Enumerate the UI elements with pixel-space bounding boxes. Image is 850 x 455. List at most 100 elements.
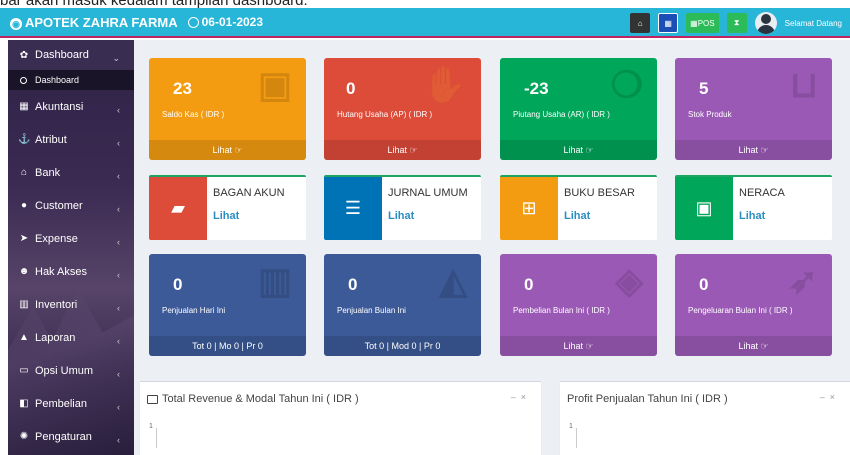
avatar[interactable] [754, 12, 777, 34]
sidebar-item-pengaturan[interactable]: ✺ Pengaturan ‹ [8, 420, 134, 453]
location-icon: ◉ [10, 17, 22, 30]
calculator-icon: ▦ [664, 18, 672, 28]
stat-value: 23 [173, 79, 192, 98]
send-icon: ➤ [19, 233, 29, 244]
sidebar-subitem-dashboard[interactable]: Dashboard [8, 70, 134, 90]
hand-pointer-icon: ☞ [760, 145, 769, 155]
pos-button[interactable]: ▦ POS [686, 13, 719, 33]
gear-icon: ✺ [19, 431, 29, 442]
info-box-link[interactable]: Lihat [564, 210, 590, 222]
hand-pointer-icon: ☞ [585, 145, 594, 155]
sidebar-item-atribut[interactable]: ⚓ Atribut ‹ [8, 123, 134, 156]
panel-title: Total Revenue & Modal Tahun Ini ( IDR ) [162, 393, 359, 405]
minimize-icon[interactable]: – [511, 392, 521, 402]
stat-value: -23 [524, 79, 549, 98]
panel-tools[interactable]: –× [511, 392, 531, 402]
panel-total-revenue: Total Revenue & Modal Tahun Ini ( IDR ) … [140, 381, 541, 455]
sidebar-item-expense[interactable]: ➤ Expense ‹ [8, 222, 134, 255]
info-box-title: BUKU BESAR [564, 187, 635, 199]
sidebar-item-akuntansi[interactable]: ▦ Akuntansi ‹ [8, 90, 134, 123]
sidebar-item-label: Inventori [35, 298, 78, 311]
info-box-link[interactable]: Lihat [213, 210, 239, 222]
stat-footer-text: Tot 0 | Mo 0 | Pr 0 [192, 341, 263, 351]
chart-icon: ▲ [19, 332, 29, 343]
stat-footer-link[interactable]: Lihat ☞ [500, 336, 657, 356]
chevron-left-icon: ‹ [117, 138, 120, 148]
stat-label: Pembelian Bulan Ini ( IDR ) [513, 306, 610, 315]
leaf-icon: ❍ [610, 64, 643, 105]
stat-label: Hutang Usaha (AP) ( IDR ) [337, 110, 433, 119]
hand-pointer-icon: ☞ [234, 145, 243, 155]
home-button[interactable]: ⌂ [630, 13, 651, 33]
hand-pointer-icon: ☞ [585, 341, 594, 351]
panel-tools[interactable]: –× [820, 392, 840, 402]
calculator-icon: ▦ [19, 101, 29, 112]
chart-axis-line [156, 428, 157, 448]
sidebar-item-label: Akuntansi [35, 100, 84, 113]
sidebar-item-bank[interactable]: ⌂ Bank ‹ [8, 156, 134, 189]
rocket-icon: ➶ [787, 260, 818, 301]
sidebar-item-label: Hak Akses [35, 265, 87, 278]
money-icon [147, 394, 158, 404]
info-box-jurnal-umum[interactable]: ☰ JURNAL UMUM Lihat [324, 175, 481, 240]
date-text: 06-01-2023 [201, 15, 264, 29]
info-box-title: BAGAN AKUN [213, 187, 285, 199]
list-icon: ☰ [324, 177, 382, 240]
stat-value: 0 [346, 79, 356, 98]
sidebar-item-dashboard[interactable]: ✿ Dashboard ⌄ [8, 40, 134, 70]
chevron-left-icon: ‹ [117, 171, 120, 181]
area-chart-icon: ◭ [439, 260, 467, 301]
stat-box-piutang-usaha: ❍ -23 Piutang Usaha (AR) ( IDR ) Lihat ☞ [500, 58, 657, 160]
stat-footer-link[interactable]: Lihat ☞ [324, 140, 481, 160]
chevron-left-icon: ‹ [117, 105, 120, 115]
calculator-button[interactable]: ▦ [658, 13, 679, 33]
info-box-link[interactable]: Lihat [388, 210, 414, 222]
close-icon[interactable]: × [521, 392, 531, 402]
stat-box-penjualan-hari-ini: ▥ 0 Penjualan Hari Ini Tot 0 | Mo 0 | Pr… [149, 254, 306, 356]
sidebar-item-inventori[interactable]: ▥ Inventori ‹ [8, 288, 134, 321]
sidebar-item-pembelian[interactable]: ◧ Pembelian ‹ [8, 387, 134, 420]
info-box-bagan-akun[interactable]: ▰ BAGAN AKUN Lihat [149, 175, 306, 240]
calendar-icon: ⊞ [500, 177, 558, 240]
stat-footer-link[interactable]: Tot 0 | Mo 0 | Pr 0 [149, 336, 306, 356]
money-icon: ▣ [675, 177, 733, 240]
info-box-buku-besar[interactable]: ⊞ BUKU BESAR Lihat [500, 175, 657, 240]
clock-icon [187, 16, 199, 28]
chevron-left-icon: ‹ [117, 369, 120, 379]
laptop-icon: ▭ [19, 365, 29, 376]
stat-value: 0 [699, 275, 709, 294]
stat-footer-text: Lihat [387, 145, 407, 155]
sidebar-item-customer[interactable]: ● Customer ‹ [8, 189, 134, 222]
book-icon: ▰ [149, 177, 207, 240]
stat-value: 0 [348, 275, 358, 294]
stat-footer-link[interactable]: Tot 0 | Mod 0 | Pr 0 [324, 336, 481, 356]
chart-axis-line [576, 428, 577, 448]
brand-name: APOTEK ZAHRA FARMA [25, 14, 178, 30]
sidebar-item-label: Pembelian [35, 397, 87, 410]
chevron-left-icon: ‹ [117, 237, 120, 247]
stat-value: 5 [699, 79, 709, 98]
info-box-neraca[interactable]: ▣ NERACA Lihat [675, 175, 832, 240]
minimize-icon[interactable]: – [820, 392, 830, 402]
circle-icon [20, 76, 27, 84]
hourglass-button[interactable]: ⧗ [726, 13, 747, 33]
greeting[interactable]: Selamat Datang [785, 19, 842, 28]
basket-icon: ⊔ [789, 64, 818, 105]
stat-footer-link[interactable]: Lihat ☞ [149, 140, 306, 160]
money-icon: ▣ [257, 64, 292, 105]
stat-footer-link[interactable]: Lihat ☞ [500, 140, 657, 160]
stat-footer-link[interactable]: Lihat ☞ [675, 336, 832, 356]
close-icon[interactable]: × [830, 392, 840, 402]
info-box-link[interactable]: Lihat [739, 210, 765, 222]
stat-footer-text: Lihat [212, 145, 232, 155]
users-icon: ☻ [18, 266, 30, 277]
sidebar-item-hak-akses[interactable]: ☻ Hak Akses ‹ [8, 255, 134, 288]
sidebar-item-laporan[interactable]: ▲ Laporan ‹ [8, 321, 134, 354]
sidebar-item-label: Expense [35, 232, 78, 245]
stat-label: Pengeluaran Bulan Ini ( IDR ) [688, 306, 793, 315]
sidebar-item-label: Laporan [35, 331, 76, 344]
sidebar-item-opsi-umum[interactable]: ▭ Opsi Umum ‹ [8, 354, 134, 387]
chevron-left-icon: ‹ [117, 270, 120, 280]
stat-footer-link[interactable]: Lihat ☞ [675, 140, 832, 160]
brand[interactable]: ◉ APOTEK ZAHRA FARMA 06-01-2023 [0, 15, 263, 30]
